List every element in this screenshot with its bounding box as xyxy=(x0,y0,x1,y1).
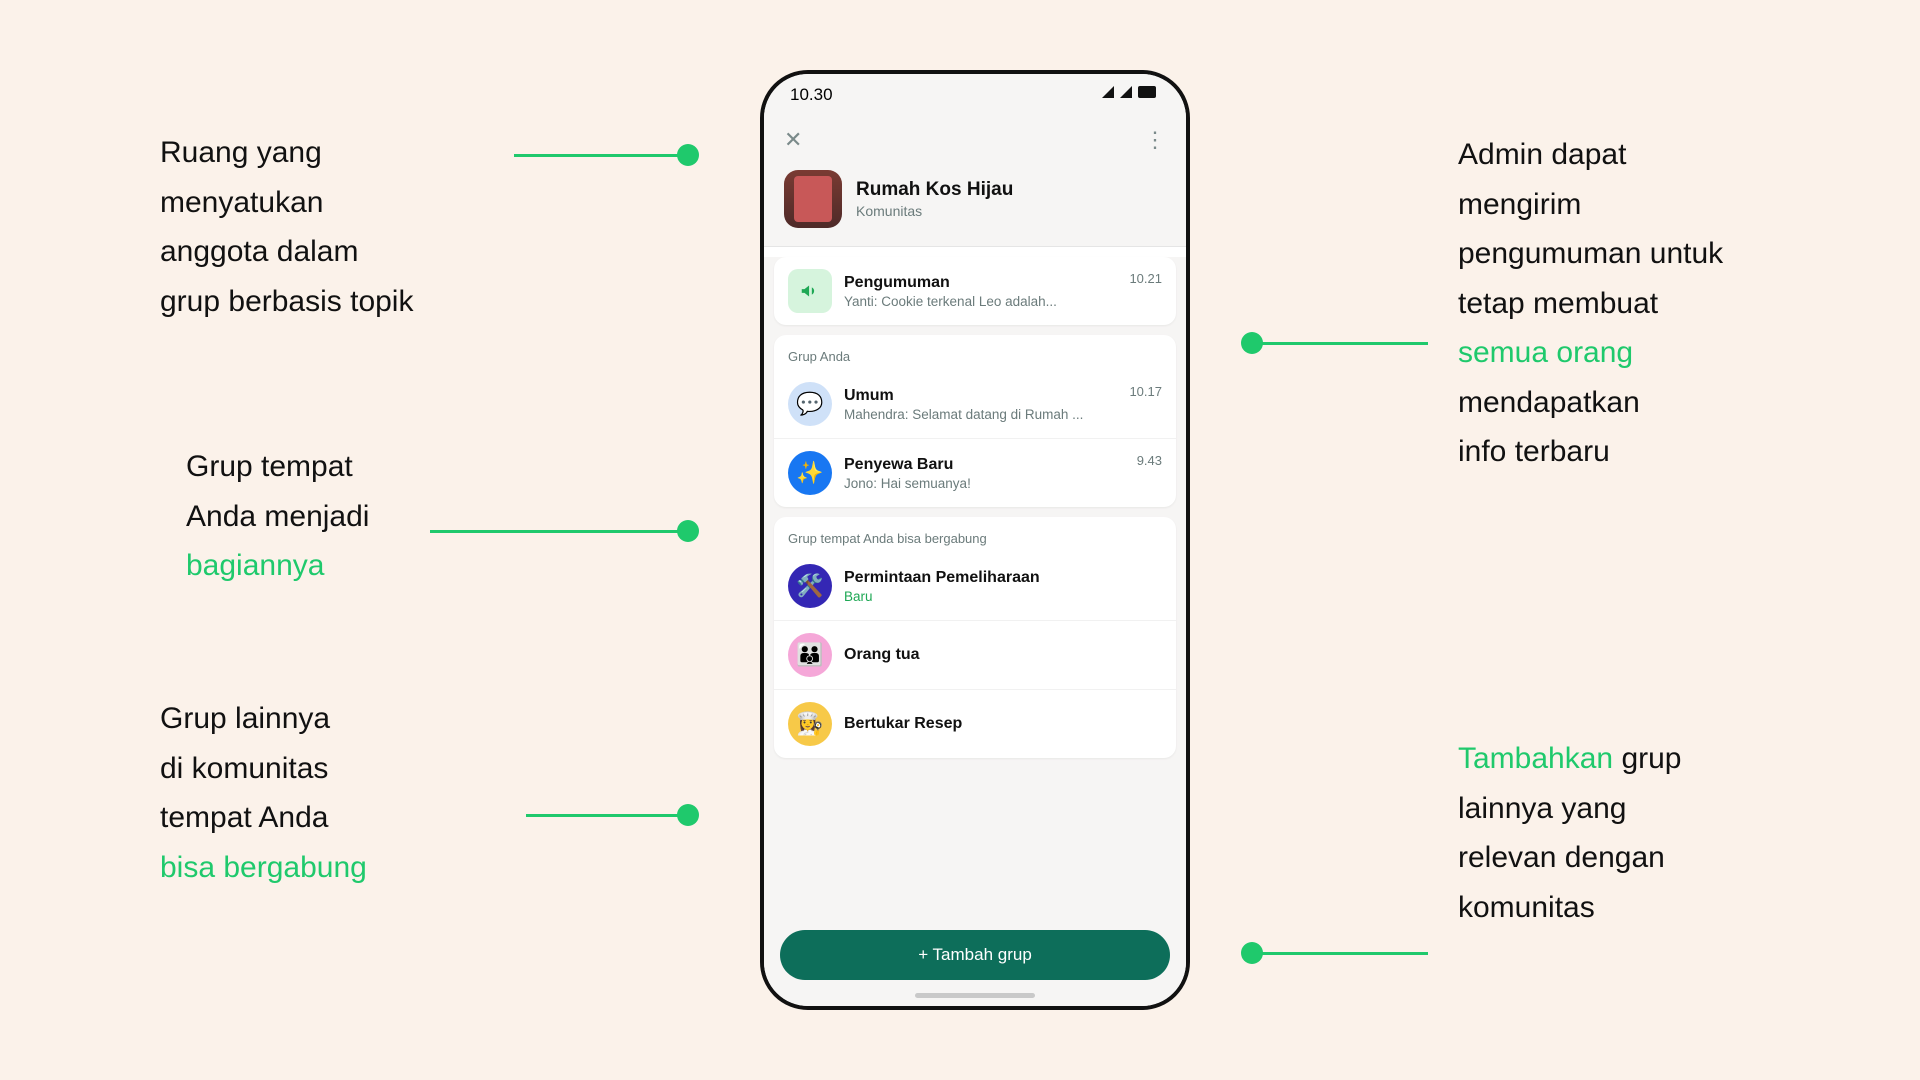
community-header[interactable]: Rumah Kos Hijau Komunitas xyxy=(764,164,1186,247)
annotation-highlight: Tambahkan xyxy=(1458,742,1613,775)
annotation-text: Grup tempat Anda menjadi xyxy=(186,450,369,533)
community-avatar xyxy=(784,170,842,228)
joinable-row-maintenance[interactable]: 🛠️ Permintaan Pemeliharaan Baru xyxy=(774,552,1176,620)
joinable-groups-card: Grup tempat Anda bisa bergabung 🛠️ Permi… xyxy=(774,517,1176,758)
status-bar: 10.30 xyxy=(764,74,1186,116)
announcements-card: Pengumuman Yanti: Cookie terkenal Leo ad… xyxy=(774,257,1176,325)
group-title: Orang tua xyxy=(844,646,1162,664)
announcements-time: 10.21 xyxy=(1129,271,1162,286)
annotation-text: Grup lainnya di komunitas tempat Anda xyxy=(160,702,330,834)
tools-icon: 🛠️ xyxy=(788,564,832,608)
annotation-community: Ruang yang menyatukan anggota dalam grup… xyxy=(160,128,413,326)
group-row-umum[interactable]: 💬 Umum Mahendra: Selamat datang di Rumah… xyxy=(774,370,1176,438)
group-title: Penyewa Baru xyxy=(844,456,1125,474)
group-time: 10.17 xyxy=(1129,384,1162,399)
group-title: Permintaan Pemeliharaan xyxy=(844,569,1162,587)
announcements-row[interactable]: Pengumuman Yanti: Cookie terkenal Leo ad… xyxy=(774,257,1176,325)
annotation-text-post: mendapatkan info terbaru xyxy=(1458,386,1640,469)
connector-your-groups xyxy=(430,530,688,533)
add-group-label: + Tambah grup xyxy=(918,945,1032,965)
annotation-highlight: bagiannya xyxy=(186,549,324,582)
annotation-text: Admin dapat mengirim pengumuman untuk te… xyxy=(1458,138,1723,320)
close-icon[interactable]: ✕ xyxy=(784,127,802,153)
joinable-row-recipes[interactable]: 👩‍🍳 Bertukar Resep xyxy=(774,689,1176,758)
sparkle-icon: ✨ xyxy=(788,451,832,495)
connector-community xyxy=(514,154,688,157)
chef-icon: 👩‍🍳 xyxy=(788,702,832,746)
your-groups-card: Grup Anda 💬 Umum Mahendra: Selamat datan… xyxy=(774,335,1176,507)
annotation-highlight: semua orang xyxy=(1458,336,1633,369)
annotation-text: Ruang yang menyatukan anggota dalam grup… xyxy=(160,136,413,318)
toolbar: ✕ ⋮ xyxy=(764,116,1186,164)
group-badge: Baru xyxy=(844,589,1162,604)
group-time: 9.43 xyxy=(1137,453,1162,468)
home-indicator xyxy=(915,993,1035,998)
community-subtitle: Komunitas xyxy=(856,203,1013,219)
annotation-your-groups: Grup tempat Anda menjadi bagiannya xyxy=(186,442,369,591)
group-title: Bertukar Resep xyxy=(844,715,1162,733)
status-icons xyxy=(1100,85,1160,105)
annotation-announcements: Admin dapat mengirim pengumuman untuk te… xyxy=(1458,130,1723,477)
more-options-icon[interactable]: ⋮ xyxy=(1144,127,1166,153)
your-groups-header: Grup Anda xyxy=(774,335,1176,370)
group-preview: Mahendra: Selamat datang di Rumah ... xyxy=(844,407,1117,422)
annotation-add-group: Tambahkan grup lainnya yang relevan deng… xyxy=(1458,734,1682,932)
joinable-row-parents[interactable]: 👪 Orang tua xyxy=(774,620,1176,689)
community-title: Rumah Kos Hijau xyxy=(856,179,1013,201)
annotation-joinable-groups: Grup lainnya di komunitas tempat Anda bi… xyxy=(160,694,367,892)
connector-announcements xyxy=(1252,342,1428,345)
announcements-title: Pengumuman xyxy=(844,274,1117,292)
phone-frame: 10.30 ✕ ⋮ Rumah Kos Hijau Komunitas xyxy=(760,70,1190,1010)
add-group-button[interactable]: + Tambah grup xyxy=(780,930,1170,980)
family-icon: 👪 xyxy=(788,633,832,677)
joinable-header: Grup tempat Anda bisa bergabung xyxy=(774,517,1176,552)
group-row-penyewa[interactable]: ✨ Penyewa Baru Jono: Hai semuanya! 9.43 xyxy=(774,438,1176,507)
status-time: 10.30 xyxy=(790,85,833,105)
group-preview: Jono: Hai semuanya! xyxy=(844,476,1125,491)
megaphone-icon xyxy=(788,269,832,313)
chat-bubble-icon: 💬 xyxy=(788,382,832,426)
group-title: Umum xyxy=(844,387,1117,405)
connector-joinable-groups xyxy=(526,814,688,817)
announcements-preview: Yanti: Cookie terkenal Leo adalah... xyxy=(844,294,1117,309)
connector-add-group xyxy=(1252,952,1428,955)
annotation-highlight: bisa bergabung xyxy=(160,851,367,884)
